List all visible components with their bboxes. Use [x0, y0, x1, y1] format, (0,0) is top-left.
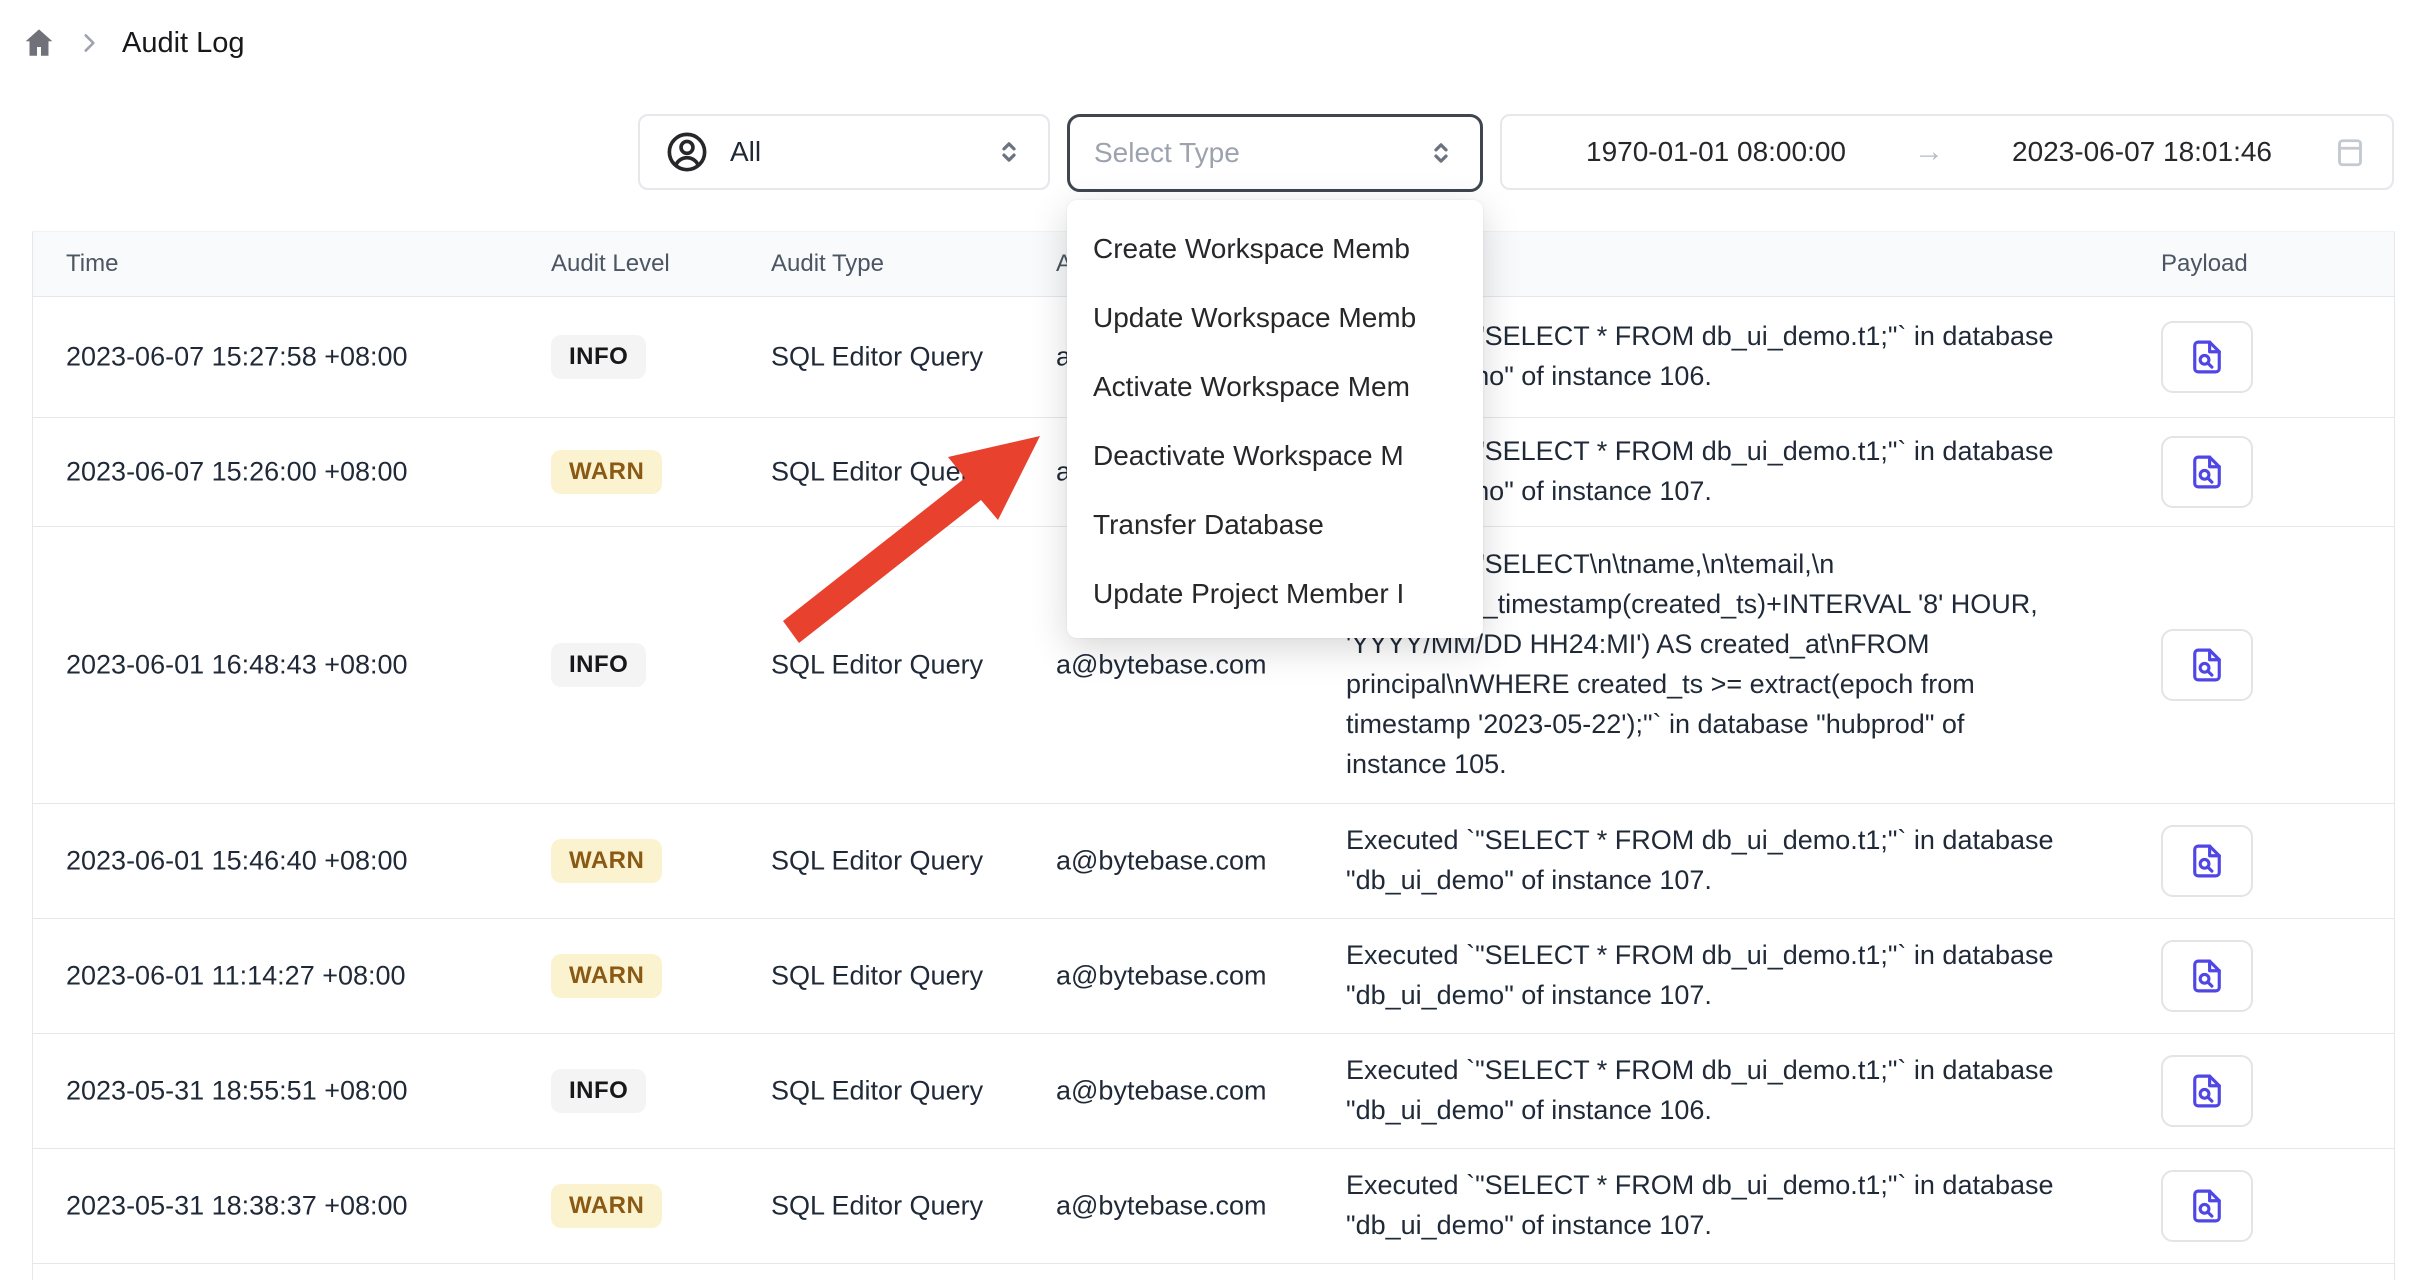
- audit-type-cell: SQL Editor Query: [771, 342, 983, 373]
- file-search-icon: [2186, 1070, 2228, 1112]
- audit-level-badge: WARN: [551, 839, 662, 883]
- audit-type-cell: SQL Editor Query: [771, 1191, 983, 1222]
- actor-cell: a@bytebase.com: [1056, 846, 1267, 877]
- actor-filter-select[interactable]: All: [638, 114, 1050, 190]
- audit-level-badge: WARN: [551, 1184, 662, 1228]
- payload-view-button[interactable]: [2161, 940, 2253, 1012]
- table-row[interactable]: 2023-06-01 15:46:40 +08:00 WARN SQL Edit…: [33, 804, 2394, 919]
- comment-cell: Executed `"SELECT * FROM db_ui_demo.t1;"…: [1346, 936, 2146, 1016]
- time-cell: 2023-06-07 15:26:00 +08:00: [66, 457, 408, 488]
- chevron-updown-icon: [994, 135, 1024, 169]
- comment-cell: Executed `"SELECT * FROM db_ui_demo.t1;"…: [1346, 1166, 2146, 1246]
- comment-cell: Executed `"SELECT * FROM db_ui_demo.t1;"…: [1346, 1051, 2146, 1131]
- audit-type-cell: SQL Editor Query: [771, 650, 983, 681]
- calendar-icon: [2332, 134, 2368, 170]
- file-search-icon: [2186, 451, 2228, 493]
- menu-item-update-project-member[interactable]: Update Project Member I: [1067, 559, 1483, 628]
- header-audit-level: Audit Level: [551, 250, 670, 278]
- chevron-right-icon: [76, 30, 102, 56]
- table-row[interactable]: 2023-05-31 18:38:37 +08:00 WARN SQL Edit…: [33, 1149, 2394, 1264]
- payload-view-button[interactable]: [2161, 1055, 2253, 1127]
- payload-view-button[interactable]: [2161, 825, 2253, 897]
- menu-item-transfer-database[interactable]: Transfer Database: [1067, 490, 1483, 559]
- time-cell: 2023-05-31 18:55:51 +08:00: [66, 1076, 408, 1107]
- date-range-end[interactable]: 2023-06-07 18:01:46: [1952, 136, 2332, 168]
- actor-filter-value: All: [730, 136, 974, 168]
- date-range-picker[interactable]: 1970-01-01 08:00:00 → 2023-06-07 18:01:4…: [1500, 114, 2394, 190]
- file-search-icon: [2186, 1185, 2228, 1227]
- header-time: Time: [66, 250, 118, 278]
- file-search-icon: [2186, 840, 2228, 882]
- file-search-icon: [2186, 336, 2228, 378]
- actor-cell: a@bytebase.com: [1056, 961, 1267, 992]
- audit-type-cell: SQL Editor Query: [771, 846, 983, 877]
- time-cell: 2023-06-01 11:14:27 +08:00: [66, 961, 406, 992]
- time-cell: 2023-06-01 15:46:40 +08:00: [66, 846, 408, 877]
- home-icon[interactable]: [22, 26, 56, 60]
- menu-item-create-workspace-member[interactable]: Create Workspace Memb: [1067, 214, 1483, 283]
- payload-view-button[interactable]: [2161, 321, 2253, 393]
- table-row[interactable]: 2023-06-01 11:14:27 +08:00 WARN SQL Edit…: [33, 919, 2394, 1034]
- audit-level-badge: INFO: [551, 643, 646, 687]
- time-cell: 2023-05-31 18:38:37 +08:00: [66, 1191, 408, 1222]
- file-search-icon: [2186, 955, 2228, 997]
- audit-type-cell: SQL Editor Query: [771, 457, 983, 488]
- audit-level-badge: WARN: [551, 954, 662, 998]
- menu-item-deactivate-workspace-member[interactable]: Deactivate Workspace M: [1067, 421, 1483, 490]
- actor-cell: a@bytebase.com: [1056, 1191, 1267, 1222]
- audit-level-badge: WARN: [551, 450, 662, 494]
- time-cell: 2023-06-07 15:27:58 +08:00: [66, 342, 408, 373]
- user-circle-icon: [664, 129, 710, 175]
- table-row-partial: [33, 1264, 2394, 1280]
- file-search-icon: [2186, 644, 2228, 686]
- payload-view-button[interactable]: [2161, 1170, 2253, 1242]
- arrow-right-icon: →: [1906, 135, 1952, 169]
- type-filter-select[interactable]: Select Type: [1067, 114, 1483, 192]
- table-row[interactable]: 2023-05-31 18:55:51 +08:00 INFO SQL Edit…: [33, 1034, 2394, 1149]
- audit-type-cell: SQL Editor Query: [771, 961, 983, 992]
- date-range-start[interactable]: 1970-01-01 08:00:00: [1526, 136, 1906, 168]
- type-dropdown-menu: Create Workspace Memb Update Workspace M…: [1067, 200, 1483, 638]
- header-payload: Payload: [2161, 250, 2248, 278]
- menu-item-activate-workspace-member[interactable]: Activate Workspace Mem: [1067, 352, 1483, 421]
- payload-view-button[interactable]: [2161, 436, 2253, 508]
- actor-cell: a@bytebase.com: [1056, 1076, 1267, 1107]
- chevron-updown-icon: [1426, 136, 1456, 170]
- actor-cell: a@bytebase.com: [1056, 650, 1267, 681]
- menu-item-update-workspace-member[interactable]: Update Workspace Memb: [1067, 283, 1483, 352]
- page-title: Audit Log: [122, 27, 245, 60]
- audit-type-cell: SQL Editor Query: [771, 1076, 983, 1107]
- breadcrumb: Audit Log: [22, 26, 245, 60]
- audit-level-badge: INFO: [551, 335, 646, 379]
- time-cell: 2023-06-01 16:48:43 +08:00: [66, 650, 408, 681]
- payload-view-button[interactable]: [2161, 629, 2253, 701]
- comment-cell: Executed `"SELECT * FROM db_ui_demo.t1;"…: [1346, 821, 2146, 901]
- header-audit-type: Audit Type: [771, 250, 884, 278]
- audit-level-badge: INFO: [551, 1069, 646, 1113]
- type-filter-placeholder: Select Type: [1094, 137, 1426, 169]
